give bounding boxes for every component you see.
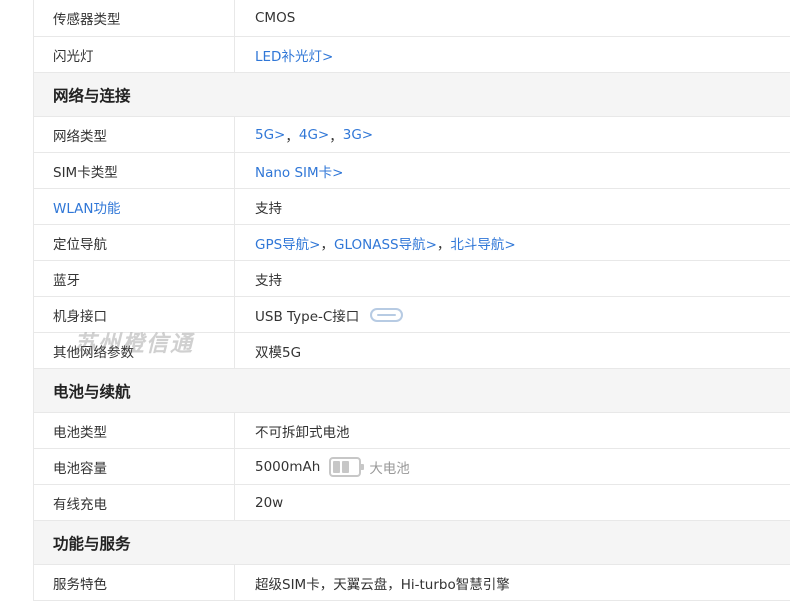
spec-label: 定位导航 <box>53 236 107 253</box>
spec-value: 支持 <box>234 261 790 296</box>
spec-label: 服务特色 <box>53 576 107 593</box>
spec-label: 机身接口 <box>53 308 107 325</box>
spec-row-bluetooth: 蓝牙 支持 <box>34 261 790 297</box>
capacity-value: 5000mAh <box>255 458 321 475</box>
spec-label: 电池容量 <box>53 460 107 477</box>
spec-label: 蓝牙 <box>53 272 80 289</box>
spec-row-wired-charge: 有线充电 20w <box>34 485 790 521</box>
sim-type-link[interactable]: Nano SIM卡> <box>255 161 344 181</box>
network-4g-link[interactable]: 4G> <box>299 127 329 143</box>
spec-row-other-network: 其他网络参数 双模5G <box>34 333 790 369</box>
separator: ， <box>285 128 299 145</box>
spec-row-service-feature: 服务特色 超级SIM卡，天翼云盘，Hi-turbo智慧引擎 <box>34 565 790 601</box>
spec-label: SIM卡类型 <box>53 164 118 181</box>
spec-row-flash: 闪光灯 LED补光灯> <box>34 37 790 73</box>
spec-label: 网络类型 <box>53 128 107 145</box>
battery-cell <box>342 460 350 473</box>
beidou-link[interactable]: 北斗导航> <box>450 233 515 253</box>
spec-row-wlan: WLAN功能 支持 <box>34 189 790 225</box>
spec-label: 有线充电 <box>53 496 107 513</box>
spec-label: 电池类型 <box>53 424 107 441</box>
spec-value: Nano SIM卡> <box>234 153 790 188</box>
usb-type-c-icon <box>370 307 404 322</box>
spec-row-port: 机身接口 USB Type-C接口 <box>34 297 790 333</box>
spec-value: 超级SIM卡，天翼云盘，Hi-turbo智慧引擎 <box>234 565 790 600</box>
spec-value: 20w <box>234 485 790 520</box>
network-5g-link[interactable]: 5G> <box>255 127 285 143</box>
network-3g-link[interactable]: 3G> <box>343 127 373 143</box>
spec-value: GPS导航> ， GLONASS导航> ， 北斗导航> <box>234 225 790 260</box>
section-header-battery: 电池与续航 <box>34 369 790 413</box>
capacity-note: 大电池 <box>369 460 410 477</box>
spec-label: 传感器类型 <box>53 12 121 28</box>
glonass-link[interactable]: GLONASS导航> <box>334 233 437 253</box>
spec-row-network-type: 网络类型 5G> ， 4G> ， 3G> <box>34 117 790 153</box>
spec-label: 闪光灯 <box>53 48 94 65</box>
port-value: USB Type-C接口 <box>255 308 360 325</box>
spec-value: 5G> ， 4G> ， 3G> <box>234 117 790 152</box>
battery-cell <box>333 460 341 473</box>
spec-value: 双模5G <box>234 333 790 368</box>
spec-row-navigation: 定位导航 GPS导航> ， GLONASS导航> ， 北斗导航> <box>34 225 790 261</box>
spec-label: 其他网络参数 <box>53 344 134 361</box>
spec-row-battery-type: 电池类型 不可拆卸式电池 <box>34 413 790 449</box>
battery-icon <box>329 456 365 477</box>
spec-table: 传感器类型 CMOS 闪光灯 LED补光灯> 网络与连接 网络类型 5G> ， … <box>33 0 790 601</box>
separator: ， <box>436 236 451 253</box>
flash-link[interactable]: LED补光灯> <box>255 45 333 65</box>
spec-value: LED补光灯> <box>234 37 790 72</box>
spec-row-battery-capacity: 电池容量 5000mAh 大电池 <box>34 449 790 485</box>
section-header-network: 网络与连接 <box>34 73 790 117</box>
spec-row-sensor: 传感器类型 CMOS <box>34 0 790 37</box>
spec-value: 5000mAh 大电池 <box>234 449 790 484</box>
spec-row-sim: SIM卡类型 Nano SIM卡> <box>34 153 790 189</box>
gps-link[interactable]: GPS导航> <box>255 233 320 253</box>
wlan-label-link[interactable]: WLAN功能 <box>34 197 234 217</box>
spec-value: CMOS <box>234 0 790 36</box>
separator: ， <box>320 236 334 253</box>
spec-value: 不可拆卸式电池 <box>234 413 790 448</box>
section-header-service: 功能与服务 <box>34 521 790 565</box>
spec-value: 支持 <box>234 189 790 224</box>
separator: ， <box>329 128 343 145</box>
spec-value: USB Type-C接口 <box>234 297 790 332</box>
